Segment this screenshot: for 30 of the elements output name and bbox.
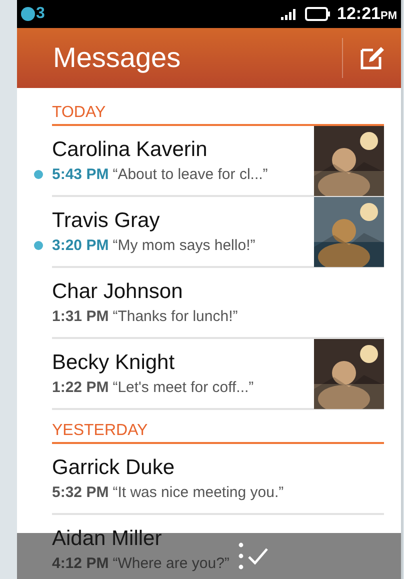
select-icon[interactable] <box>237 541 271 571</box>
header-title: Messages <box>53 42 182 74</box>
clock: 12:21PM <box>337 4 397 24</box>
message-preview: “Where are you?” <box>112 555 230 572</box>
message-time: 5:32 PM <box>52 484 109 501</box>
thread-item[interactable]: Becky Knight 1:22 PM “Let's meet for coff...” <box>52 339 384 410</box>
contact-name: Becky Knight <box>52 351 175 375</box>
message-preview: “My mom says hello!” <box>112 237 256 254</box>
contact-name: Aidan Miller <box>52 527 162 551</box>
contact-name: Travis Gray <box>52 209 160 233</box>
contact-name: Carolina Kaverin <box>52 138 208 162</box>
message-time: 1:31 PM <box>52 308 109 325</box>
message-preview: “It was nice meeting you.” <box>112 484 284 501</box>
section-header: YESTERDAY <box>52 420 384 444</box>
compose-icon <box>359 45 385 71</box>
message-time: 1:22 PM <box>52 379 109 396</box>
battery-icon <box>305 7 332 21</box>
thread-item[interactable]: Carolina Kaverin 5:43 PM “About to leave for cl...” <box>52 126 384 197</box>
notification-count: 3 <box>36 5 45 23</box>
message-time: 5:43 PM <box>52 166 109 183</box>
message-preview: “About to leave for cl...” <box>112 166 268 183</box>
message-time: 4:12 PM <box>52 555 109 572</box>
message-preview: “Let's meet for coff...” <box>112 379 254 396</box>
message-time: 3:20 PM <box>52 237 109 254</box>
thread-item[interactable]: Travis Gray 3:20 PM “My mom says hello!” <box>52 197 384 268</box>
contact-name: Char Johnson <box>52 280 183 304</box>
contact-name: Garrick Duke <box>52 456 175 480</box>
message-preview: “Thanks for lunch!” <box>112 308 238 325</box>
thread-item[interactable]: Garrick Duke 5:32 PM “It was nice meeting you.” <box>52 444 384 515</box>
notification-icon <box>21 7 35 21</box>
